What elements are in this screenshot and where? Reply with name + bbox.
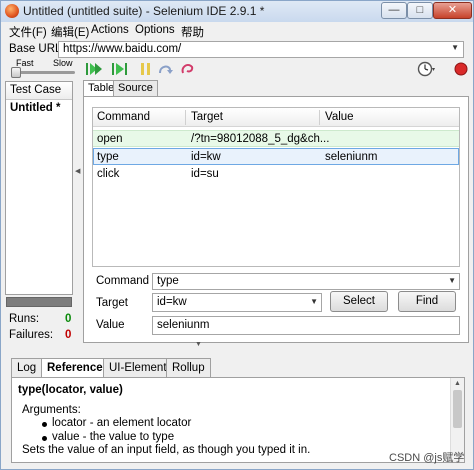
command-label: Command [96, 275, 150, 287]
base-url-input[interactable]: https://www.baidu.com/ ▼ [58, 41, 464, 58]
column-value[interactable]: Value [325, 111, 354, 123]
row-command: open [97, 133, 123, 145]
failures-label: Failures: [9, 329, 54, 341]
reference-argument: locator - an element locator [52, 417, 192, 429]
row-command: click [97, 168, 120, 180]
window-title: Untitled (untitled suite) - Selenium IDE… [23, 4, 265, 18]
test-case-header: Test Case [6, 82, 72, 100]
tab-ui-element[interactable]: UI-Element [103, 358, 173, 377]
tab-log[interactable]: Log [11, 358, 43, 377]
tab-rollup[interactable]: Rollup [166, 358, 211, 377]
column-target[interactable]: Target [191, 111, 223, 123]
chevron-down-icon[interactable]: ▼ [195, 341, 202, 348]
record-button[interactable] [453, 61, 471, 78]
reference-arguments-label: Arguments: [22, 404, 81, 416]
value-value: seleniunm [157, 319, 210, 331]
speed-slider[interactable]: Fast Slow [11, 58, 77, 79]
title-bar: Untitled (untitled suite) - Selenium IDE… [1, 1, 473, 22]
pause-button[interactable] [137, 61, 155, 78]
failures-value: 0 [65, 329, 72, 341]
chevron-down-icon[interactable]: ▼ [448, 276, 456, 285]
value-input[interactable]: seleniunm [152, 316, 460, 335]
failures-stat: Failures: 0 [9, 329, 71, 341]
menu-edit[interactable]: 编辑(E) [51, 24, 89, 40]
rollup-button[interactable] [179, 61, 197, 78]
menu-bar: 文件(F) 编辑(E) Actions Options 帮助 [1, 22, 473, 40]
bullet-icon [42, 422, 47, 427]
runs-value: 0 [65, 313, 72, 325]
tab-reference[interactable]: Reference [41, 358, 109, 378]
base-url-bar: Base URL https://www.baidu.com/ ▼ [1, 40, 473, 60]
play-all-button[interactable] [85, 61, 103, 78]
horizontal-splitter[interactable]: ▼ [5, 341, 469, 349]
chevron-down-icon[interactable]: ▼ [451, 43, 459, 52]
speed-track [13, 71, 75, 74]
watermark-text: CSDN @js赋学 [389, 452, 465, 464]
menu-help[interactable]: 帮助 [181, 24, 204, 40]
play-current-button[interactable] [111, 61, 129, 78]
firefox-icon [5, 4, 19, 18]
menu-options[interactable]: Options [135, 24, 175, 36]
column-separator [319, 110, 320, 125]
test-case-item[interactable]: Untitled * [6, 100, 72, 116]
row-command: type [97, 151, 119, 163]
record-icon [453, 61, 471, 77]
table-row-selected[interactable]: type id=kw seleniunm [93, 148, 459, 165]
bullet-icon [42, 436, 47, 441]
runs-stat: Runs: 0 [9, 313, 71, 325]
table-row[interactable]: open /?tn=98012088_5_dg&ch... [93, 130, 459, 147]
reference-signature: type(locator, value) [18, 384, 123, 396]
selenium-ide-window: Untitled (untitled suite) - Selenium IDE… [0, 0, 474, 470]
row-value: seleniunm [325, 151, 378, 163]
row-target: /?tn=98012088_5_dg&ch... [191, 133, 330, 145]
base-url-label: Base URL [9, 43, 62, 55]
column-command[interactable]: Command [97, 111, 150, 123]
pause-icon [137, 61, 155, 77]
command-value: type [157, 275, 179, 287]
timer-icon [417, 61, 435, 77]
table-editor: Command Target Value open /?tn=98012088_… [83, 96, 469, 343]
column-separator [185, 110, 186, 125]
chevron-left-icon[interactable]: ◀ [75, 167, 80, 175]
chevron-down-icon[interactable]: ▼ [310, 297, 318, 306]
value-label: Value [96, 319, 125, 331]
rollup-icon [179, 61, 197, 77]
runs-label: Runs: [9, 313, 40, 325]
select-button[interactable]: Select [330, 291, 388, 312]
play-current-icon [111, 61, 129, 77]
base-url-value: https://www.baidu.com/ [63, 43, 182, 55]
step-button[interactable] [157, 61, 175, 78]
test-case-panel: Test Case Untitled * [5, 81, 73, 295]
reference-argument: value - the value to type [52, 431, 175, 443]
close-button[interactable]: ✕ [433, 2, 472, 19]
minimize-button[interactable]: — [381, 2, 407, 19]
target-select[interactable]: id=kw ▼ [152, 293, 322, 312]
speed-slow-label: Slow [53, 58, 73, 68]
target-value: id=kw [157, 296, 187, 308]
speed-thumb[interactable] [11, 67, 21, 78]
row-target: id=kw [191, 151, 221, 163]
schedule-button[interactable] [417, 61, 435, 78]
row-target: id=su [191, 168, 219, 180]
run-progress-bar [6, 297, 72, 307]
table-row[interactable]: click id=su [93, 166, 459, 183]
command-table: Command Target Value open /?tn=98012088_… [92, 107, 460, 267]
toolbar: Fast Slow [1, 58, 473, 81]
step-icon [157, 61, 175, 77]
maximize-button[interactable]: □ [407, 2, 433, 19]
scrollbar-thumb[interactable] [453, 390, 462, 428]
menu-actions[interactable]: Actions [91, 24, 129, 36]
command-select[interactable]: type ▼ [152, 273, 460, 290]
reference-description: Sets the value of an input field, as tho… [22, 444, 311, 456]
tab-source[interactable]: Source [113, 80, 158, 96]
chevron-up-icon[interactable]: ▲ [454, 380, 461, 387]
find-button[interactable]: Find [398, 291, 456, 312]
table-header: Command Target Value [93, 108, 459, 127]
play-all-icon [85, 61, 103, 77]
menu-file[interactable]: 文件(F) [9, 24, 47, 40]
target-label: Target [96, 297, 128, 309]
vertical-splitter[interactable]: ◀ [75, 81, 81, 343]
